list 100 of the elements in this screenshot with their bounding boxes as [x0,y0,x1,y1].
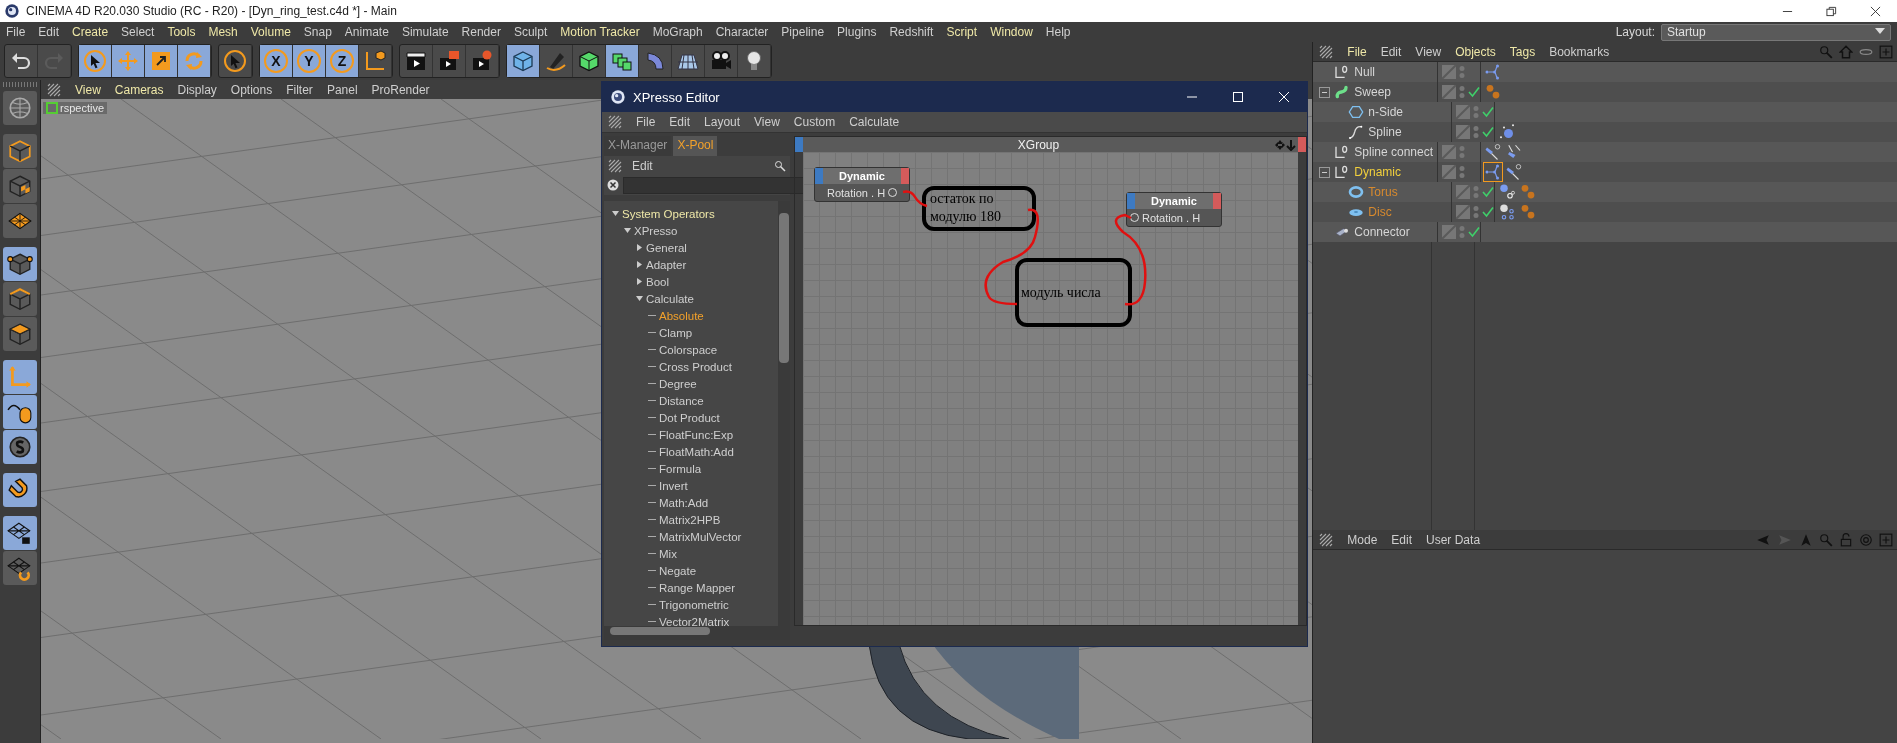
menu-item[interactable]: Character [715,25,769,39]
tree-item[interactable]: Mix [659,547,677,560]
tool-button[interactable] [112,45,145,77]
menu-item[interactable]: Select [121,25,155,39]
tool-button[interactable] [606,45,639,77]
menu-item[interactable]: Edit [1391,532,1413,547]
menu-item[interactable]: Edit [669,115,691,129]
tree-item[interactable]: Absolute [659,309,704,322]
tool-button[interactable] [3,395,37,429]
menu-item[interactable]: Mesh [208,25,238,39]
menu-item[interactable]: ProRender [371,82,430,97]
menu-item[interactable]: Plugins [837,25,877,39]
expand-arrow-icon[interactable] [636,278,643,285]
menu-item[interactable]: File [6,25,26,39]
menu-item[interactable]: Animate [344,25,389,39]
menu-item[interactable]: Tools [167,25,196,39]
tree-item[interactable]: Bool [646,275,670,288]
menu-item[interactable]: Tags [1509,44,1536,59]
menu-item[interactable]: Cameras [114,82,164,97]
menu-item[interactable]: Options [230,82,273,97]
menu-item[interactable]: Edit [1380,44,1402,59]
tree-item[interactable]: Trigonometric [659,598,729,611]
menu-item[interactable]: Snap [303,25,332,39]
menu-item[interactable]: Window [990,25,1033,39]
menu-item[interactable]: Create [72,25,109,39]
layout-dropdown[interactable]: Startup [1661,23,1891,41]
menu-item[interactable]: Help [1045,25,1071,39]
menu-item[interactable]: Filter [286,82,313,97]
tree-item[interactable]: Formula [659,462,702,475]
menu-item[interactable]: View [75,82,101,97]
tool-button[interactable] [3,430,37,464]
menu-item[interactable]: Bookmarks [1549,44,1610,59]
menu-item[interactable]: MoGraph [652,25,703,39]
menu-item[interactable]: Panel [326,82,358,97]
expand-arrow-icon[interactable] [636,244,643,251]
menu-item[interactable]: Mode [1347,532,1378,547]
menu-item[interactable]: Render [461,25,501,39]
menu-item[interactable]: Motion Tracker [560,25,640,39]
object-name[interactable]: n-Side [1368,105,1403,119]
tree-item[interactable]: XPresso [634,224,678,237]
scrollbar-thumb[interactable] [779,213,789,363]
tool-button[interactable] [3,516,37,550]
menu-item[interactable]: Pipeline [781,25,825,39]
tree-item[interactable]: Distance [659,394,704,407]
tree-item[interactable]: FloatFunc:Exp [659,428,734,441]
tree-item[interactable]: MatrixMulVector [659,530,742,543]
menu-item[interactable]: File [1347,44,1367,59]
tree-item[interactable]: Calculate [646,292,694,305]
node-canvas[interactable]: Dynamic Rotation . H Dynamic Rotation . H остаток по модулю 180 модуль числа [803,152,1298,625]
node-graph-icon[interactable] [1484,163,1503,181]
sphere-points-icon[interactable] [1498,123,1517,141]
tree-item[interactable]: Invert [659,479,688,492]
tree-item[interactable]: Vector2Matrix [659,615,730,628]
tree-item[interactable]: Cross Product [659,360,732,373]
tool-button[interactable] [3,551,37,585]
menu-item[interactable]: Simulate [401,25,449,39]
tree-item[interactable]: Math:Add [659,496,709,509]
tree-item[interactable]: Degree [659,377,697,390]
tree-item[interactable]: Clamp [659,326,693,339]
tree-item[interactable]: System Operators [622,207,715,220]
menu-item[interactable]: Edit [38,25,60,39]
expand-toggle-icon[interactable] [1319,166,1331,178]
expand-arrow-icon[interactable] [636,261,643,268]
tool-button[interactable] [3,282,37,316]
tree-item[interactable]: Matrix2HPB [659,513,721,526]
object-name[interactable]: Sweep [1354,85,1391,99]
menu-item[interactable]: User Data [1426,532,1481,547]
tree-item[interactable]: Negate [659,564,697,577]
pin-icon[interactable] [1505,163,1524,181]
tool-button[interactable] [3,317,37,351]
object-name[interactable]: Spline [1368,125,1402,139]
menu-item[interactable]: Calculate [849,115,900,129]
object-name[interactable]: Connector [1354,225,1410,239]
expand-toggle-icon[interactable] [1319,86,1331,98]
menu-item[interactable]: Sculpt [513,25,548,39]
tool-button[interactable] [3,247,37,281]
xpresso-node[interactable]: Dynamic Rotation . H [1126,192,1222,227]
menu-item[interactable]: View [754,115,780,129]
menu-item[interactable]: Volume [250,25,291,39]
xpresso-node[interactable]: Dynamic Rotation . H [814,167,910,202]
tool-button[interactable] [145,45,178,77]
tool-button[interactable] [3,134,37,168]
spheres-icon[interactable] [1498,183,1517,201]
menu-item[interactable]: File [636,115,656,129]
object-name[interactable]: Null [1354,65,1375,79]
menu-item[interactable]: Objects [1455,44,1496,59]
expand-arrow-icon[interactable] [636,295,643,302]
tab[interactable]: X-Pool [673,136,718,156]
tree-item[interactable]: Dot Product [659,411,720,424]
expand-arrow-icon[interactable] [612,210,619,217]
spheres-icon[interactable] [1498,203,1517,221]
search-field[interactable] [623,176,806,194]
tree-item[interactable]: Adapter [646,258,687,271]
menu-item[interactable]: Edit [632,158,653,173]
tool-button[interactable] [178,45,211,77]
menu-item[interactable]: Redshift [889,25,934,39]
object-name[interactable]: Dynamic [1354,165,1401,179]
menu-item[interactable]: Custom [793,115,836,129]
tool-button[interactable] [3,169,37,203]
object-name[interactable]: Spline connect [1354,145,1434,159]
